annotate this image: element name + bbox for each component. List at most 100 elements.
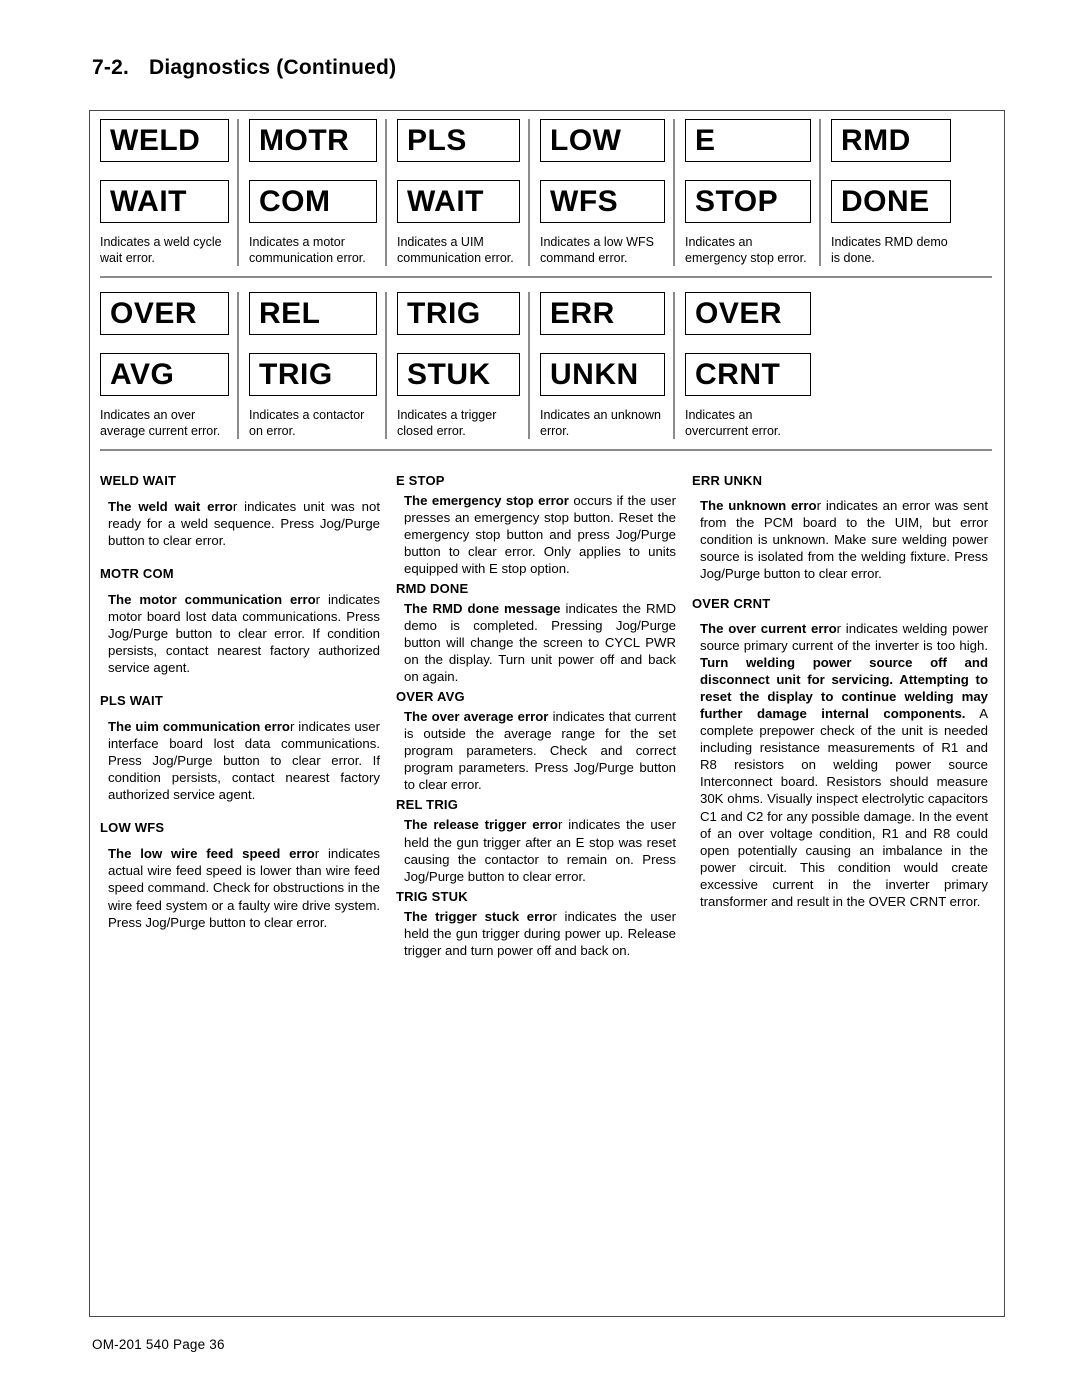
page-footer: OM-201 540 Page 36 (92, 1337, 225, 1352)
code-box-line1: TRIG (397, 292, 520, 335)
code-box-line2: TRIG (249, 353, 377, 396)
section-title: Diagnostics (Continued) (149, 56, 397, 79)
entry-lead: The weld wait erro (108, 499, 233, 514)
code-box-line1: LOW (540, 119, 665, 162)
entry-body: The trigger stuck error indicates the us… (404, 908, 676, 959)
row-divider-2 (100, 449, 992, 451)
entry-body: The motor communication error indicates … (108, 591, 380, 676)
code-box-line1: ERR (540, 292, 665, 335)
entry-warning: Turn welding power source off and discon… (700, 655, 988, 722)
description-columns: WELD WAIT The weld wait error indicates … (90, 473, 1004, 963)
cell-caption: Indicates an over average current error. (100, 408, 221, 438)
entry-rel-trig: REL TRIG The release trigger error indic… (396, 797, 676, 884)
section-number: 7-2. (92, 56, 129, 79)
entry-pls-wait: PLS WAIT The uim communication error ind… (100, 693, 380, 803)
page-title: 7-2. Diagnostics (Continued) (92, 56, 396, 80)
entry-title: OVER AVG (396, 689, 465, 705)
entry-weld-wait: WELD WAIT The weld wait error indicates … (100, 473, 380, 549)
code-box-line1: WELD (100, 119, 229, 162)
code-box-line2: DONE (831, 180, 951, 223)
entry-e-stop: E STOP The emergency stop error occurs i… (396, 473, 676, 577)
entry-body: The weld wait error indicates unit was n… (108, 498, 380, 549)
description-column-3: ERR UNKN The unknown error indicates an … (692, 473, 988, 924)
entry-lead: The emergency stop error (404, 493, 569, 508)
code-box-line1: E (685, 119, 811, 162)
entry-lead: The uim communication erro (108, 719, 290, 735)
entry-lead: The RMD done message (404, 601, 561, 617)
display-code-cell-over-avg: OVER AVG Indicates an over average curre… (90, 292, 237, 439)
cell-caption: Indicates RMD demo is done. (831, 235, 948, 265)
entry-title: LOW WFS (100, 820, 165, 836)
entry-lead: The unknown erro (700, 498, 817, 513)
code-box-line1: MOTR (249, 119, 377, 162)
code-box-line1: REL (249, 292, 377, 335)
entry-body: The emergency stop error occurs if the u… (404, 492, 676, 577)
entry-title: OVER CRNT (692, 596, 771, 612)
code-box-line2: STUK (397, 353, 520, 396)
entry-title: RMD DONE (396, 581, 469, 597)
display-code-cell-trig-stuk: TRIG STUK Indicates a trigger closed err… (385, 292, 528, 439)
cell-caption: Indicates a motor communication error. (249, 235, 366, 265)
code-box-line2: AVG (100, 353, 229, 396)
description-column-2: E STOP The emergency stop error occurs i… (396, 473, 692, 963)
code-box-line1: RMD (831, 119, 951, 162)
entry-over-avg: OVER AVG The over average error indicate… (396, 689, 676, 793)
display-code-cell-err-unkn: ERR UNKN Indicates an unknown error. (528, 292, 673, 439)
code-box-line1: OVER (685, 292, 811, 335)
entry-body: The low wire feed speed error indicates … (108, 845, 380, 930)
cell-caption: Indicates a trigger closed error. (397, 408, 497, 438)
code-box-line2: STOP (685, 180, 811, 223)
display-code-cell-motr-com: MOTR COM Indicates a motor communication… (237, 119, 385, 266)
cell-caption: Indicates a low WFS command error. (540, 235, 654, 265)
code-box-line1: PLS (397, 119, 520, 162)
cell-caption: Indicates a contactor on error. (249, 408, 365, 438)
cell-caption: Indicates an emergency stop error. (685, 235, 807, 265)
entry-body: The uim communication error indicates us… (108, 718, 380, 803)
display-code-row-2: OVER AVG Indicates an over average curre… (90, 292, 1004, 439)
cell-caption: Indicates a weld cycle wait error. (100, 235, 222, 265)
code-box-line1: OVER (100, 292, 229, 335)
row-divider-1 (100, 276, 992, 278)
entry-title: E STOP (396, 473, 445, 488)
code-box-line2: WFS (540, 180, 665, 223)
entry-body: The RMD done message indicates the RMD d… (404, 600, 676, 685)
entry-low-wfs: LOW WFS The low wire feed speed error in… (100, 820, 380, 930)
display-code-cell-rel-trig: REL TRIG Indicates a contactor on error. (237, 292, 385, 439)
entry-rmd-done: RMD DONE The RMD done message indicates … (396, 581, 676, 685)
description-column-1: WELD WAIT The weld wait error indicates … (100, 473, 396, 931)
entry-over-crnt: OVER CRNT The over current error indicat… (692, 596, 988, 910)
code-box-line2: CRNT (685, 353, 811, 396)
entry-err-unkn: ERR UNKN The unknown error indicates an … (692, 473, 988, 582)
entry-body: The over current error indicates welding… (700, 620, 988, 910)
entry-body: The release trigger error indicates the … (404, 816, 676, 884)
display-code-cell-rmd-done: RMD DONE Indicates RMD demo is done. (819, 119, 959, 266)
entry-body: The unknown error indicates an error was… (700, 497, 988, 582)
display-code-cell-pls-wait: PLS WAIT Indicates a UIM communication e… (385, 119, 528, 266)
display-code-cell-e-stop: E STOP Indicates an emergency stop error… (673, 119, 819, 266)
display-code-cell-weld-wait: WELD WAIT Indicates a weld cycle wait er… (90, 119, 237, 266)
entry-lead: The low wire feed speed erro (108, 846, 315, 862)
entry-trig-stuk: TRIG STUK The trigger stuck error indica… (396, 889, 676, 959)
entry-lead: The over current erro (700, 621, 837, 637)
diagnostics-panel: WELD WAIT Indicates a weld cycle wait er… (89, 110, 1005, 1317)
entry-title: REL TRIG (396, 797, 459, 813)
entry-title: ERR UNKN (692, 473, 763, 488)
entry-title: WELD WAIT (100, 473, 177, 488)
code-box-line2: WAIT (100, 180, 229, 223)
entry-lead: The trigger stuck erro (404, 908, 553, 924)
code-box-line2: COM (249, 180, 377, 223)
display-code-row-1: WELD WAIT Indicates a weld cycle wait er… (90, 119, 1004, 266)
entry-title: MOTR COM (100, 566, 174, 582)
display-code-cell-over-crnt: OVER CRNT Indicates an overcurrent error… (673, 292, 819, 439)
entry-motr-com: MOTR COM The motor communication error i… (100, 566, 380, 676)
cell-caption: Indicates an overcurrent error. (685, 408, 781, 438)
cell-caption: Indicates an unknown error. (540, 408, 661, 438)
code-box-line2: UNKN (540, 353, 665, 396)
entry-body: The over average error indicates that cu… (404, 708, 676, 793)
display-code-cell-low-wfs: LOW WFS Indicates a low WFS command erro… (528, 119, 673, 266)
entry-title: TRIG STUK (396, 888, 468, 904)
entry-lead: The over average error (404, 709, 549, 725)
entry-rest: A complete prepower check of the unit is… (700, 706, 988, 909)
entry-lead: The release trigger erro (404, 817, 558, 833)
cell-caption: Indicates a UIM communication error. (397, 235, 514, 265)
